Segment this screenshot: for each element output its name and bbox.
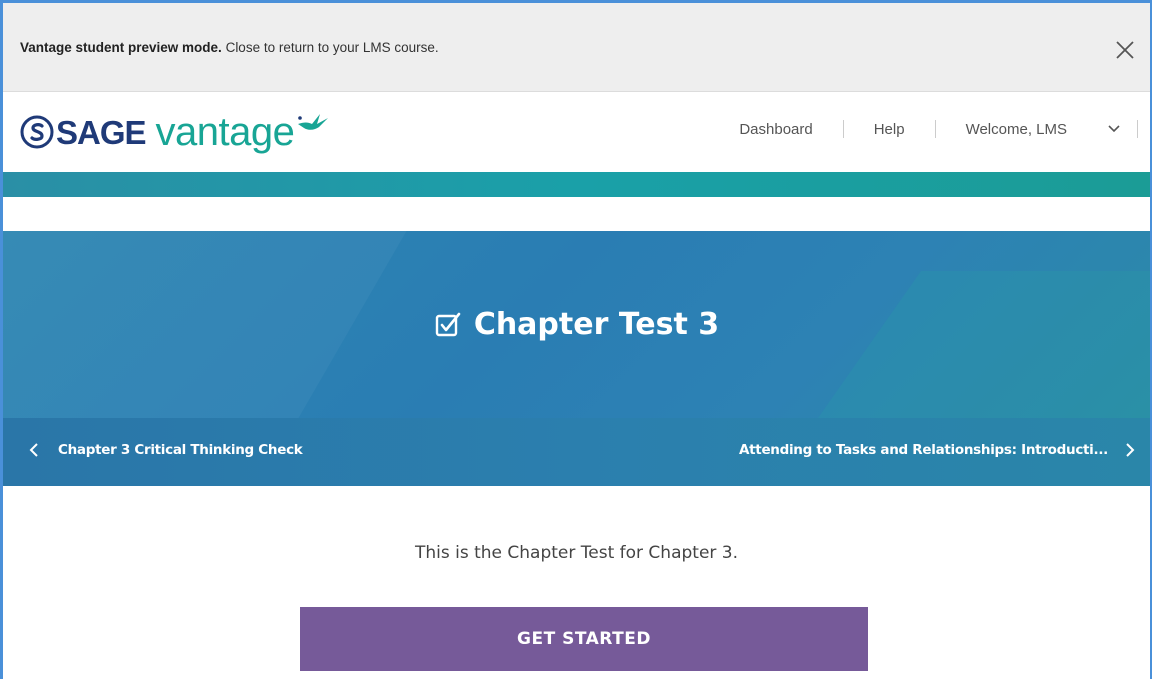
- top-navigation: Dashboard Help Welcome, LMS: [739, 120, 1138, 138]
- test-intro-text: This is the Chapter Test for Chapter 3.: [414, 543, 739, 563]
- nav-divider: [842, 120, 844, 138]
- get-started-button[interactable]: GET STARTED: [300, 607, 868, 671]
- nav-help-link[interactable]: Help: [874, 121, 905, 138]
- preview-message: Vantage student preview mode. Close to r…: [20, 40, 439, 55]
- hero-banner: Chapter Test 3: [3, 231, 1150, 418]
- next-activity-label: Attending to Tasks and Relationships: In…: [738, 442, 1108, 458]
- preview-banner: Vantage student preview mode. Close to r…: [3, 3, 1150, 92]
- nav-divider: [1137, 120, 1138, 138]
- activity-navigation: Chapter 3 Critical Thinking Check Attend…: [3, 418, 1150, 486]
- app-frame: Vantage student preview mode. Close to r…: [0, 0, 1152, 679]
- chevron-down-icon[interactable]: [1107, 124, 1121, 134]
- page-title: Chapter Test 3: [3, 231, 1150, 418]
- previous-activity-label: Chapter 3 Critical Thinking Check: [58, 442, 303, 458]
- preview-instructions: Close to return to your LMS course.: [221, 40, 439, 55]
- nav-divider: [934, 120, 936, 138]
- close-icon: [1116, 41, 1134, 59]
- previous-activity-link[interactable]: Chapter 3 Critical Thinking Check: [28, 442, 303, 458]
- welcome-user-menu[interactable]: Welcome, LMS: [966, 121, 1067, 138]
- nav-dashboard-link[interactable]: Dashboard: [739, 121, 812, 138]
- preview-mode-label: Vantage student preview mode.: [20, 40, 222, 55]
- hummingbird-icon: [298, 114, 329, 130]
- chevron-left-icon: [29, 443, 38, 457]
- sage-vantage-logo[interactable]: SAGE vantage: [20, 107, 330, 157]
- next-activity-link[interactable]: Attending to Tasks and Relationships: In…: [739, 442, 1136, 458]
- sage-logo-icon: [20, 115, 54, 149]
- page-title-text: Chapter Test 3: [473, 307, 720, 342]
- logo-product-text: vantage: [155, 110, 295, 154]
- logo-brand-text: SAGE: [56, 113, 147, 151]
- header-accent-stripe: [3, 172, 1150, 197]
- chevron-right-icon: [1126, 443, 1135, 457]
- checkbox-icon: [435, 312, 461, 336]
- site-header: SAGE vantage Dashboard Help Welcome, LMS: [3, 92, 1150, 172]
- close-preview-button[interactable]: [1112, 37, 1138, 63]
